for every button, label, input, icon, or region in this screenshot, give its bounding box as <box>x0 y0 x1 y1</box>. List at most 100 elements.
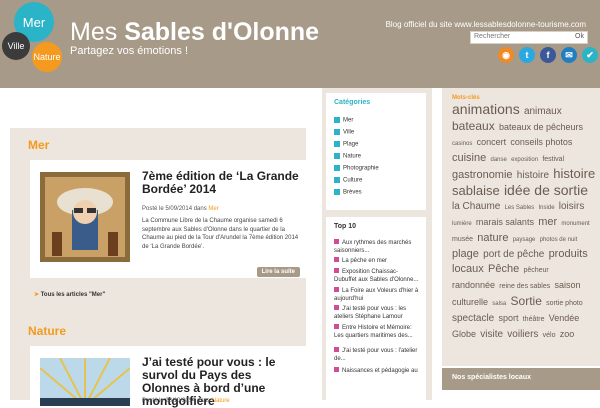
top10-item[interactable]: Naissances et pédagogie au <box>334 367 420 375</box>
logo-ville[interactable]: Ville <box>2 32 30 60</box>
top10-item[interactable]: Exposition Chaissac-Dubuffet aux Sables … <box>334 268 420 284</box>
site-title-main: Sables d'Olonne <box>124 18 320 46</box>
tag-link[interactable]: salsa <box>492 301 506 307</box>
tag-link[interactable]: Les Sables <box>505 205 535 211</box>
all-articles-mer-link[interactable]: ➤ Tous les articles "Mer" <box>34 291 105 298</box>
top10-item[interactable]: J'ai testé pour vous : les ateliers Stép… <box>334 305 420 321</box>
tag-link[interactable]: reine des sables <box>499 283 550 290</box>
tag-link[interactable]: cuisine <box>452 152 486 164</box>
tag-link[interactable]: sport <box>498 313 518 323</box>
search-ok-button[interactable]: Ok <box>575 33 584 40</box>
tag-link[interactable]: photos de nuit <box>540 237 578 243</box>
tag-link[interactable]: histoire <box>517 170 549 181</box>
bullet-icon <box>334 141 340 147</box>
bullet-icon <box>334 117 340 123</box>
tag-link[interactable]: conseils photos <box>510 137 572 147</box>
logo-mer-label: Mer <box>22 14 46 30</box>
tag-link[interactable]: saison <box>555 280 581 290</box>
tag-link[interactable]: gastronomie <box>452 169 513 181</box>
top10-item-label: Exposition Chaissac-Dubuffet aux Sables … <box>334 269 419 283</box>
tag-link[interactable]: culturelle <box>452 297 488 307</box>
sidebar-category-label: Brèves <box>343 189 362 196</box>
email-icon[interactable]: ✉ <box>561 47 577 63</box>
tag-link[interactable]: nature <box>477 232 508 244</box>
top10-item[interactable]: J'ai testé pour vous : l'atelier de... <box>334 347 420 363</box>
tag-link[interactable]: bateaux de pêcheurs <box>499 122 583 132</box>
category-heading-nature[interactable]: Nature <box>28 324 66 338</box>
tag-link[interactable]: danse <box>490 157 506 163</box>
article-thumbnail-nature[interactable] <box>40 358 130 406</box>
bullet-icon <box>334 367 339 372</box>
tag-link[interactable]: visite <box>480 329 503 340</box>
tag-link[interactable]: casinos <box>452 141 472 147</box>
tag-link[interactable]: randonnée <box>452 280 495 290</box>
search-box[interactable]: Rechercher Ok <box>470 31 588 44</box>
tag-link[interactable]: musée <box>452 236 473 243</box>
top10-item-label: La Foire aux Voleurs d'hier à aujourd'hu… <box>334 288 419 302</box>
bullet-icon <box>334 165 340 171</box>
tag-link[interactable]: marais salants <box>476 217 534 227</box>
rss-icon[interactable]: ◉ <box>498 47 514 63</box>
search-input[interactable]: Rechercher <box>474 33 510 40</box>
sidebar-category-item[interactable]: Nature <box>334 153 361 160</box>
sidebar-category-label: Nature <box>343 153 362 160</box>
tag-link[interactable]: lumière <box>452 221 472 227</box>
category-heading-mer[interactable]: Mer <box>28 138 49 152</box>
tag-link[interactable]: la Chaume <box>452 201 500 212</box>
site-title[interactable]: Mes Sables d'Olonne <box>70 18 319 46</box>
tag-link[interactable]: zoo <box>560 329 575 339</box>
tag-link[interactable]: Globe <box>452 329 476 339</box>
sidebar-category-item[interactable]: Plage <box>334 141 358 148</box>
tag-link[interactable]: Vendée <box>549 313 580 323</box>
article-meta-category-link[interactable]: Nature <box>212 398 230 404</box>
delicious-icon[interactable]: ✔ <box>582 47 598 63</box>
tag-link[interactable]: voiliers <box>507 329 538 340</box>
tag-link[interactable]: mer <box>538 216 557 228</box>
tag-link[interactable]: loisirs <box>559 201 585 212</box>
tag-link[interactable]: Sortie <box>511 294 542 308</box>
logo-nature[interactable]: Nature <box>32 42 62 72</box>
article-thumbnail-mer[interactable] <box>40 172 130 262</box>
top10-title: Top 10 <box>334 223 357 230</box>
tag-link[interactable]: vélo <box>543 332 556 339</box>
tag-link[interactable]: Inside <box>539 205 555 211</box>
tag-link[interactable]: animaux <box>524 106 562 117</box>
read-more-button[interactable]: Lire la suite <box>256 267 300 277</box>
tag-link[interactable]: animations <box>452 101 520 117</box>
top10-item[interactable]: La Foire aux Voleurs d'hier à aujourd'hu… <box>334 287 420 303</box>
facebook-icon[interactable]: f <box>540 47 556 63</box>
article-meta-category-link[interactable]: Mer <box>208 206 218 212</box>
article-meta-date: Posté le 28/10/2014 dans <box>142 398 211 404</box>
logo-nature-label: Nature <box>33 52 61 62</box>
sidebar-category-item[interactable]: Culture <box>334 177 362 184</box>
sidebar-category-item[interactable]: Brèves <box>334 189 362 196</box>
tag-link[interactable]: festival <box>542 156 564 163</box>
blog-official-line[interactable]: Blog officiel du site www.lessablesdolon… <box>386 20 586 29</box>
tag-link[interactable]: sortie photo <box>546 300 583 307</box>
tag-link[interactable]: plage <box>452 248 479 260</box>
specialists-panel: Nos spécialistes locaux <box>442 368 600 390</box>
tag-link[interactable]: monument <box>561 221 589 227</box>
sidebar-category-item[interactable]: Mer <box>334 117 353 124</box>
tag-link[interactable]: paysage <box>513 237 536 243</box>
tag-link[interactable]: Pêche <box>488 263 519 275</box>
top10-item[interactable]: Entre Histoire et Mémoire: Les quartiers… <box>334 324 420 340</box>
article-title-mer[interactable]: 7ème édition de ‘La Grande Bordée’ 2014 <box>142 170 302 196</box>
tag-link[interactable]: port de pêche <box>483 249 544 260</box>
sidebar-category-item[interactable]: Photographie <box>334 165 379 172</box>
tag-link[interactable]: spectacle <box>452 313 494 324</box>
twitter-icon[interactable]: t <box>519 47 535 63</box>
bullet-icon <box>334 129 340 135</box>
top10-widget: Top 10 Aux rythmes des marchés saisonnie… <box>326 217 426 400</box>
site-tagline: Partagez vos émotions ! <box>70 45 189 57</box>
sidebar-category-item[interactable]: Ville <box>334 129 354 136</box>
tag-link[interactable]: bateaux <box>452 119 495 133</box>
bullet-icon <box>334 257 339 262</box>
tag-link[interactable]: concert <box>477 137 507 147</box>
tag-link[interactable]: théâtre <box>523 316 545 323</box>
top10-item[interactable]: La pêche en mer <box>334 257 420 265</box>
tag-link[interactable]: exposition <box>511 157 538 163</box>
top10-item[interactable]: Aux rythmes des marchés saisonniers... <box>334 239 420 255</box>
tag-link[interactable]: pêcheur <box>523 267 548 274</box>
tag-link[interactable]: idée de sortie <box>504 182 588 198</box>
